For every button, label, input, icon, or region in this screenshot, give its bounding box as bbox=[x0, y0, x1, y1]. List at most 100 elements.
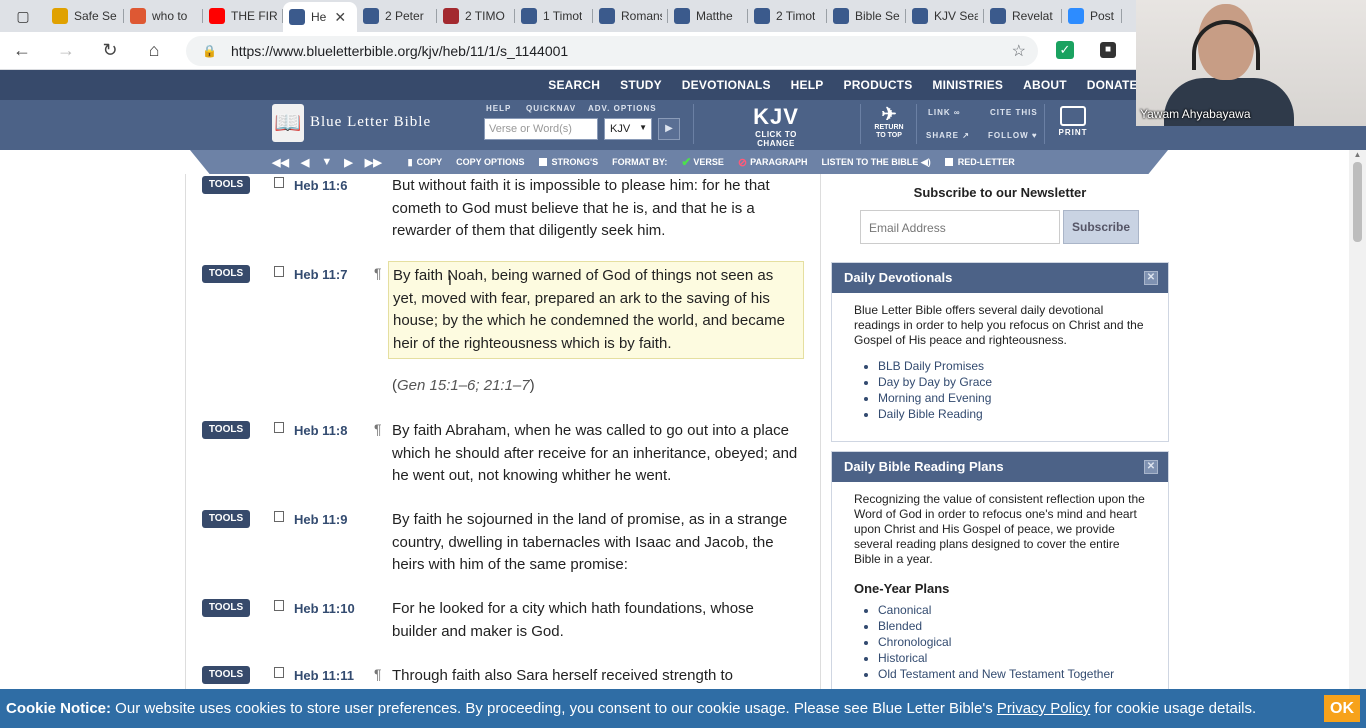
tab-label: who to bbox=[152, 9, 188, 23]
cookie-notice: Cookie Notice: Our website uses cookies … bbox=[0, 689, 1366, 728]
reload-icon[interactable]: ↻ bbox=[88, 32, 132, 70]
extension-check-icon[interactable]: ✓ bbox=[1056, 41, 1074, 59]
listen-button[interactable]: LISTEN TO THE BIBLE ◀) bbox=[821, 157, 930, 168]
change-version-button[interactable]: KJV CLICK TO CHANGE bbox=[736, 104, 816, 148]
next-chapter-icon[interactable]: ▶ bbox=[344, 156, 352, 169]
first-chapter-icon[interactable]: ◀◀ bbox=[272, 156, 289, 169]
browser-tab[interactable]: 2 Timot bbox=[748, 0, 827, 32]
print-button[interactable]: PRINT bbox=[1056, 106, 1090, 137]
follow-button[interactable]: FOLLOW ♥ bbox=[988, 131, 1038, 140]
quicknav-label[interactable]: QUICKNAV bbox=[526, 104, 576, 113]
search-go-button[interactable]: ▶ bbox=[658, 118, 680, 140]
last-chapter-icon[interactable]: ▶▶ bbox=[365, 156, 382, 169]
sidebar-link[interactable]: Historical bbox=[878, 650, 1146, 666]
extension-icon[interactable]: ■ bbox=[1100, 42, 1116, 58]
help-label[interactable]: HELP bbox=[486, 104, 511, 113]
browser-tab[interactable]: THE FIR bbox=[203, 0, 283, 32]
page-scrollbar[interactable]: ▲ bbox=[1349, 150, 1366, 689]
share-button[interactable]: SHARE ↗ bbox=[926, 131, 970, 140]
browser-tab[interactable]: Safe Se bbox=[46, 0, 124, 32]
tools-button[interactable]: TOOLS bbox=[202, 176, 250, 194]
sidebar-link[interactable]: Canonical bbox=[878, 602, 1146, 618]
sidebar-link[interactable]: Daily Bible Reading bbox=[878, 406, 1146, 422]
blb-logo-icon[interactable]: 📖 bbox=[272, 104, 304, 142]
sidebar-link[interactable]: Chronological bbox=[878, 634, 1146, 650]
tab-actions-icon[interactable]: ▢ bbox=[0, 0, 46, 32]
browser-tab[interactable]: 2 Peter bbox=[357, 0, 437, 32]
sidebar-link[interactable]: BLB Daily Promises bbox=[878, 358, 1146, 374]
scrollbar-thumb[interactable] bbox=[1353, 162, 1362, 242]
copy-verse-icon[interactable] bbox=[274, 266, 284, 277]
prev-chapter-icon[interactable]: ◀ bbox=[301, 156, 309, 169]
return-to-top-button[interactable]: ✈ RETURN TO TOP bbox=[870, 104, 908, 140]
nav-item-about[interactable]: ABOUT bbox=[1013, 70, 1077, 100]
tab-close-icon[interactable]: ✕ bbox=[334, 9, 346, 26]
favorite-star-icon[interactable]: ☆ bbox=[1012, 41, 1026, 61]
nav-item-devotionals[interactable]: DEVOTIONALS bbox=[672, 70, 781, 100]
format-paragraph-option[interactable]: ⊘ PARAGRAPH bbox=[738, 156, 808, 169]
close-icon[interactable]: ✕ bbox=[1144, 460, 1158, 474]
lock-icon[interactable]: 🔒 bbox=[202, 44, 217, 58]
quicknav-search-input[interactable]: Verse or Word(s) bbox=[484, 118, 598, 140]
back-icon[interactable]: ← bbox=[0, 32, 44, 70]
email-input[interactable]: Email Address bbox=[860, 210, 1060, 244]
address-bar[interactable]: 🔒 https://www.blueletterbible.org/kjv/he… bbox=[186, 36, 1038, 66]
nav-item-study[interactable]: STUDY bbox=[610, 70, 672, 100]
link-button[interactable]: LINK ∞ bbox=[928, 108, 961, 117]
sidebar-link[interactable]: Old Testament and New Testament Together bbox=[878, 666, 1146, 682]
forward-icon[interactable]: → bbox=[44, 32, 88, 70]
strongs-toggle[interactable]: STRONG'S bbox=[538, 157, 598, 167]
sidebar-link[interactable]: Blended bbox=[878, 618, 1146, 634]
tools-button[interactable]: TOOLS bbox=[202, 421, 250, 439]
copy-options-button[interactable]: COPY OPTIONS bbox=[456, 157, 524, 167]
sidebar-link[interactable]: Day by Day by Grace bbox=[878, 374, 1146, 390]
verse-reference[interactable]: Heb 11:10 bbox=[294, 601, 355, 616]
red-letter-toggle[interactable]: RED-LETTER bbox=[944, 157, 1015, 167]
strongs-checkbox[interactable] bbox=[538, 158, 547, 166]
browser-tab[interactable]: KJV Sea bbox=[906, 0, 984, 32]
browser-tab[interactable]: Matthe bbox=[668, 0, 748, 32]
nav-item-ministries[interactable]: MINISTRIES bbox=[922, 70, 1013, 100]
browser-tab[interactable]: He ✕ bbox=[283, 2, 357, 32]
browser-tab[interactable]: Romans bbox=[593, 0, 668, 32]
copy-verse-icon[interactable] bbox=[274, 600, 284, 611]
privacy-policy-link[interactable]: Privacy Policy bbox=[997, 700, 1090, 717]
browser-tab[interactable]: Bible Se bbox=[827, 0, 906, 32]
site-logo-text[interactable]: Blue Letter Bible bbox=[310, 114, 431, 131]
subscribe-button[interactable]: Subscribe bbox=[1063, 210, 1139, 244]
tools-button[interactable]: TOOLS bbox=[202, 599, 250, 617]
browser-tab[interactable]: 2 TIMO bbox=[437, 0, 515, 32]
nav-item-search[interactable]: SEARCH bbox=[538, 70, 610, 100]
adv-options-label[interactable]: ADV. OPTIONS bbox=[588, 104, 657, 113]
browser-tab[interactable]: Post A bbox=[1062, 0, 1122, 32]
verse-reference[interactable]: Heb 11:9 bbox=[294, 512, 347, 527]
sidebar-link[interactable]: Morning and Evening bbox=[878, 390, 1146, 406]
tools-button[interactable]: TOOLS bbox=[202, 510, 250, 528]
copy-button[interactable]: ▮ COPY bbox=[408, 157, 442, 168]
cross-reference[interactable]: (Gen 15:1–6; 21:1–7) bbox=[392, 377, 535, 394]
copy-verse-icon[interactable] bbox=[274, 511, 284, 522]
nav-item-help[interactable]: HELP bbox=[781, 70, 834, 100]
scroll-up-icon[interactable]: ▲ bbox=[1349, 150, 1366, 162]
verse-reference[interactable]: Heb 11:8 bbox=[294, 423, 347, 438]
format-verse-option[interactable]: ✔ VERSE bbox=[681, 155, 724, 169]
cite-this-button[interactable]: CITE THIS bbox=[990, 108, 1038, 117]
browser-tab[interactable]: 1 Timot bbox=[515, 0, 593, 32]
browser-tab[interactable]: Revelat bbox=[984, 0, 1062, 32]
browser-tab[interactable]: who to bbox=[124, 0, 203, 32]
verse-reference[interactable]: Heb 11:11 bbox=[294, 668, 354, 683]
verse-reference[interactable]: Heb 11:7 bbox=[294, 267, 347, 282]
version-select[interactable]: KJV ▼ bbox=[604, 118, 652, 140]
cookie-ok-button[interactable]: OK bbox=[1324, 695, 1360, 722]
home-icon[interactable]: ⌂ bbox=[132, 32, 176, 70]
close-icon[interactable]: ✕ bbox=[1144, 271, 1158, 285]
tools-button[interactable]: TOOLS bbox=[202, 666, 250, 684]
chapter-list-icon[interactable]: ▼ bbox=[321, 156, 332, 168]
red-letter-checkbox[interactable] bbox=[944, 158, 953, 166]
tools-button[interactable]: TOOLS bbox=[202, 265, 250, 283]
copy-verse-icon[interactable] bbox=[274, 667, 284, 678]
nav-item-products[interactable]: PRODUCTS bbox=[833, 70, 922, 100]
copy-verse-icon[interactable] bbox=[274, 177, 284, 188]
verse-reference[interactable]: Heb 11:6 bbox=[294, 178, 347, 193]
copy-verse-icon[interactable] bbox=[274, 422, 284, 433]
